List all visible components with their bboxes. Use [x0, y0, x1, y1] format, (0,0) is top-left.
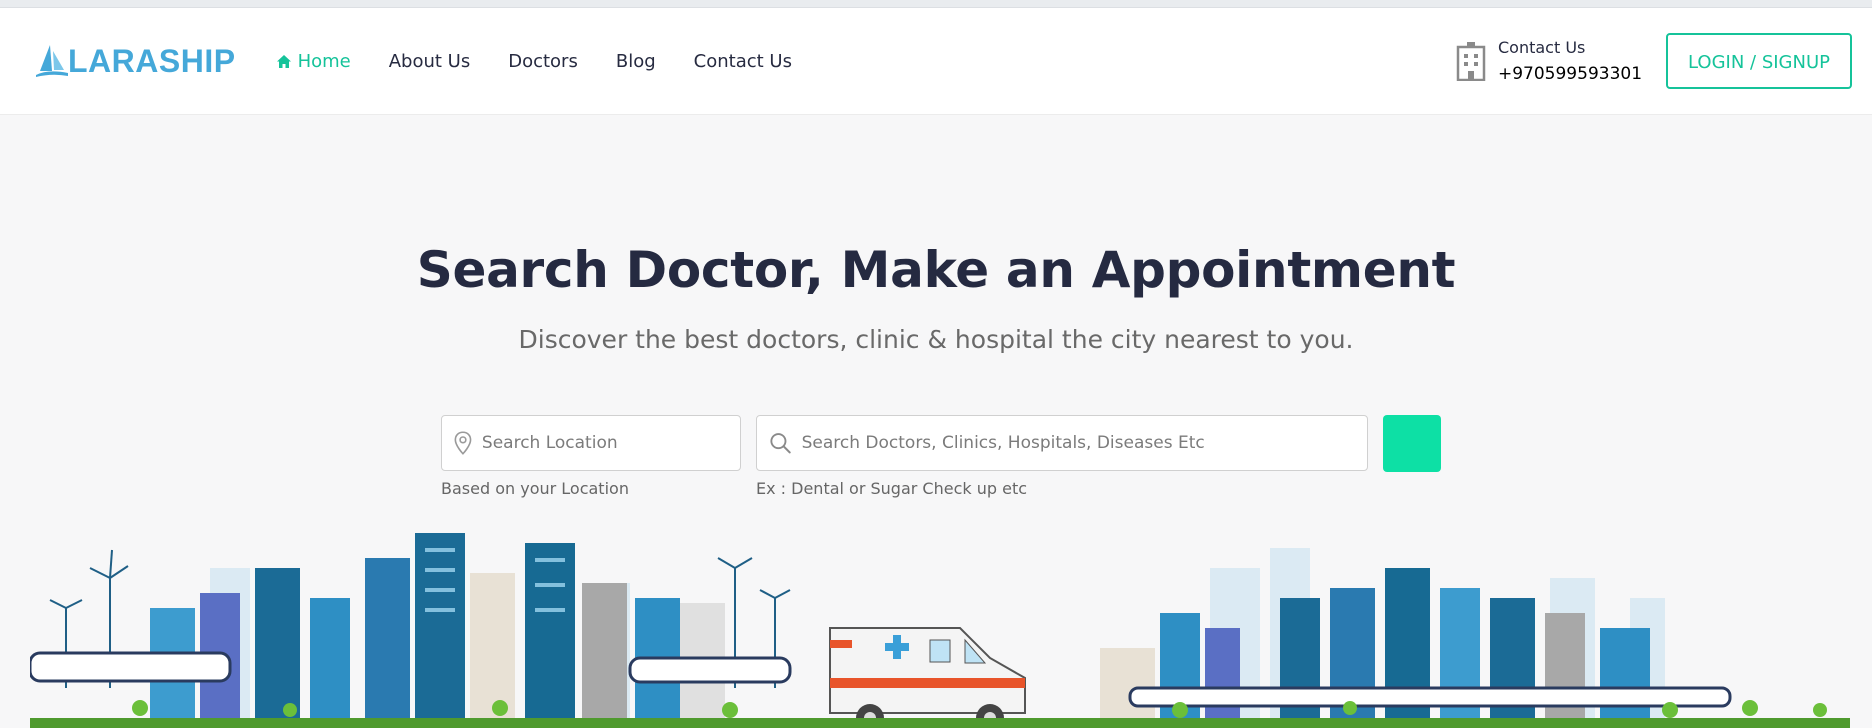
logo-text: LARASHIP	[68, 42, 236, 79]
hero-title: Search Doctor, Make an Appointment	[416, 241, 1456, 299]
hospital-building-icon	[1456, 42, 1486, 81]
keyword-input[interactable]	[799, 432, 1367, 454]
location-input-box[interactable]	[441, 415, 741, 471]
nav-doctors[interactable]: Doctors	[508, 51, 578, 72]
contact-label: Contact Us	[1497, 38, 1586, 57]
nav-home[interactable]: Home	[276, 51, 351, 72]
keyword-hint: Ex : Dental or Sugar Check up etc	[756, 479, 1028, 498]
top-strip	[0, 0, 1872, 8]
location-field: Based on your Location	[441, 415, 741, 498]
home-icon	[276, 54, 291, 68]
hero-subtitle: Discover the best doctors, clinic & hosp…	[518, 325, 1354, 354]
nav-contact-us[interactable]: Contact Us	[694, 51, 792, 72]
site-logo[interactable]: LARASHIP	[34, 43, 236, 80]
search-icon	[770, 433, 791, 454]
header-right: Contact Us +970599593301 LOGIN / SIGNUP	[1454, 8, 1852, 114]
location-input[interactable]	[479, 432, 740, 454]
city-skyline-illustration	[30, 533, 1850, 728]
location-hint: Based on your Location	[441, 479, 629, 498]
nav-about-us[interactable]: About Us	[389, 51, 471, 72]
login-signup-button[interactable]: LOGIN / SIGNUP	[1666, 33, 1852, 89]
logo-sail-icon	[36, 45, 68, 77]
keyword-input-box[interactable]	[756, 415, 1368, 471]
nav-blog[interactable]: Blog	[616, 51, 656, 72]
hero-section: Search Doctor, Make an Appointment Disco…	[0, 115, 1872, 728]
contact-phone: +970599593301	[1497, 64, 1643, 84]
search-button[interactable]	[1383, 415, 1441, 472]
keyword-field: Ex : Dental or Sugar Check up etc	[756, 415, 1368, 498]
nav-home-label: Home	[297, 50, 351, 72]
map-pin-icon	[454, 431, 472, 455]
site-header: LARASHIP Home About Us Doctors Blog Cont…	[0, 8, 1872, 115]
header-contact: Contact Us +970599593301	[1454, 35, 1642, 87]
main-nav: Home About Us Doctors Blog Contact Us	[276, 51, 830, 72]
search-form: Based on your Location Ex : Dental or Su…	[441, 415, 1441, 498]
